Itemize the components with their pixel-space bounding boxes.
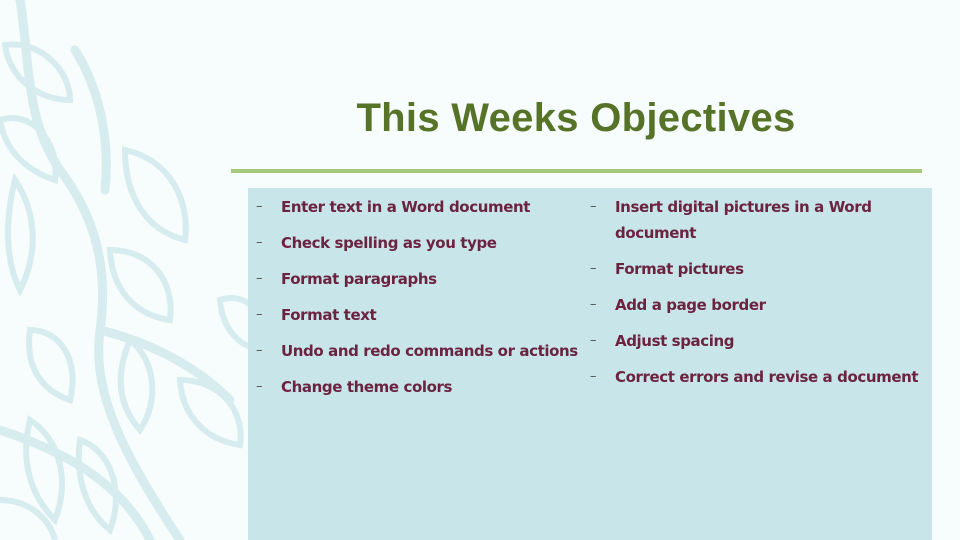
objective-item: – Adjust spacing: [590, 328, 735, 354]
dash-bullet-icon: –: [256, 307, 263, 322]
objective-item: – Correct errors and revise a document: [590, 364, 919, 390]
objective-item: – Enter text in a Word document: [256, 194, 530, 220]
objective-item: – Check spelling as you type: [256, 230, 497, 256]
title-underline-divider: [231, 169, 922, 173]
objective-item: – Insert digital pictures in a Word docu…: [590, 194, 900, 246]
dash-bullet-icon: –: [256, 271, 263, 286]
objective-item: – Undo and redo commands or actions: [256, 338, 578, 364]
objective-item: – Add a page border: [590, 292, 766, 318]
dash-bullet-icon: –: [590, 297, 597, 312]
dash-bullet-icon: –: [590, 199, 597, 214]
dash-bullet-icon: –: [590, 261, 597, 276]
objectives-panel: – Enter text in a Word document – Check …: [248, 188, 932, 540]
objective-item: – Change theme colors: [256, 374, 452, 400]
dash-bullet-icon: –: [256, 343, 263, 358]
dash-bullet-icon: –: [256, 379, 263, 394]
objective-item: – Format pictures: [590, 256, 744, 282]
dash-bullet-icon: –: [590, 369, 597, 384]
objective-item: – Format text: [256, 302, 377, 328]
dash-bullet-icon: –: [256, 199, 263, 214]
dash-bullet-icon: –: [256, 235, 263, 250]
slide-title: This Weeks Objectives: [356, 96, 796, 140]
objective-item: – Format paragraphs: [256, 266, 437, 292]
dash-bullet-icon: –: [590, 333, 597, 348]
